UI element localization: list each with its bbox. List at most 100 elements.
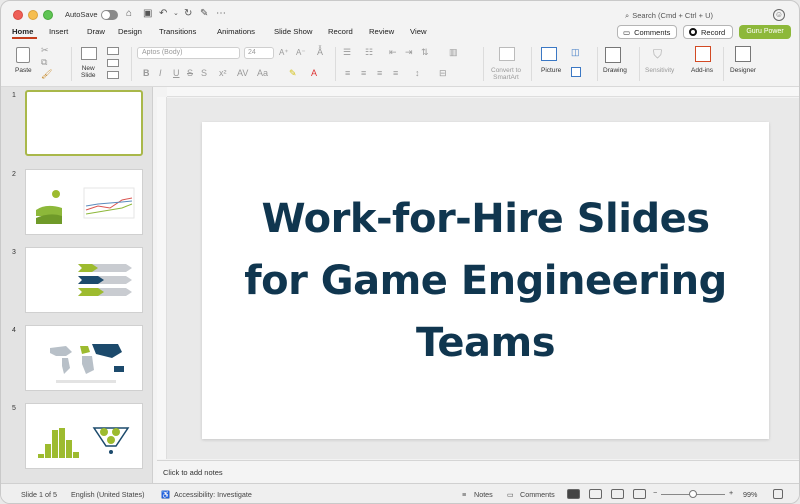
zoom-out-icon[interactable]: − [653, 488, 657, 497]
notes-pane[interactable]: Click to add notes [157, 460, 799, 483]
slide-title-line-1: Work-for-Hire Slides [261, 195, 710, 242]
search-label: Search (Cmd + Ctrl + U) [632, 11, 714, 20]
tab-home[interactable]: Home [12, 27, 33, 36]
layout-icon[interactable] [107, 47, 119, 55]
reset-icon[interactable] [107, 59, 119, 67]
tab-review[interactable]: Review [369, 27, 394, 36]
autosave-toggle[interactable] [101, 10, 118, 20]
shapes-icon[interactable]: ◫ [571, 47, 580, 58]
convert-smartart-label: Convert to SmartArt [491, 67, 521, 81]
notes-toggle[interactable]: Notes [474, 490, 493, 499]
tab-view[interactable]: View [410, 27, 427, 36]
comments-button[interactable]: ▭ Comments [617, 25, 677, 39]
slideshow-view-icon[interactable] [633, 489, 646, 499]
shadow-icon[interactable]: S [201, 68, 207, 78]
slide-thumbnail-3[interactable] [25, 247, 143, 313]
designer-icon[interactable] [735, 46, 751, 62]
section-icon[interactable] [107, 71, 119, 79]
undo-icon[interactable]: ↶ [159, 8, 167, 20]
tab-insert[interactable]: Insert [49, 27, 68, 36]
strikethrough-icon[interactable]: S [187, 68, 193, 78]
clear-format-icon[interactable]: Aͯ [317, 47, 323, 57]
justify-icon[interactable]: ≡ [393, 68, 398, 78]
language-indicator[interactable]: English (United States) [71, 490, 145, 499]
slide-thumbnail-2[interactable] [25, 169, 143, 235]
spacing-icon[interactable]: AV [237, 68, 248, 78]
change-case-icon[interactable]: Aa [257, 68, 268, 78]
undo-dropdown-icon[interactable]: ⌄ [173, 8, 179, 20]
font-size-select[interactable]: 24 [244, 47, 274, 59]
farm-landscape-thumbnail-graphic [36, 187, 135, 224]
tab-design[interactable]: Design [118, 27, 142, 36]
reading-view-icon[interactable] [611, 489, 624, 499]
align-left-icon[interactable]: ≡ [345, 68, 350, 78]
save-icon[interactable]: ▣ [143, 8, 152, 20]
zoom-level[interactable]: 99% [743, 490, 757, 499]
columns-icon[interactable]: ▥ [449, 47, 458, 58]
superscript-icon[interactable]: x² [219, 68, 227, 78]
fit-slide-icon[interactable] [773, 489, 783, 499]
font-name-select[interactable]: Aptos (Body) [137, 47, 240, 59]
align-text-icon[interactable]: ⊟ [439, 68, 447, 79]
slide-thumbnail-pane[interactable]: 1 2 3 4 5 [1, 87, 153, 483]
accessibility-status[interactable]: Accessibility: Investigate [174, 490, 252, 499]
decrease-font-icon[interactable]: A⁻ [296, 48, 306, 57]
format-brush-icon[interactable]: 🖌 [41, 69, 52, 80]
slide-sorter-icon[interactable] [589, 489, 602, 499]
copy-icon[interactable]: ⧉ [41, 57, 47, 68]
bullets-icon[interactable]: ☰ [343, 47, 351, 58]
current-slide[interactable]: Work-for-Hire Slides for Game Engineerin… [202, 122, 769, 439]
guru-power-button[interactable]: Guru Power [739, 25, 791, 39]
drawing-label: Drawing [603, 67, 627, 74]
highlight-icon[interactable]: ✎ [289, 68, 297, 79]
record-button[interactable]: Record [683, 25, 733, 39]
font-color-icon[interactable]: A [311, 68, 317, 78]
format-painter-icon[interactable]: ✎ [200, 8, 208, 20]
paste-icon[interactable] [16, 47, 30, 63]
close-window-button[interactable] [13, 10, 23, 20]
more-icon[interactable]: ⋯ [216, 8, 226, 20]
slide-thumbnail-1[interactable] [25, 90, 143, 156]
smartart-icon[interactable] [499, 47, 515, 61]
align-center-icon[interactable]: ≡ [361, 68, 366, 78]
tab-record[interactable]: Record [328, 27, 353, 36]
slide-thumbnail-5[interactable] [25, 403, 143, 469]
zoom-window-button[interactable] [43, 10, 53, 20]
search-box[interactable]: ⌕ Search (Cmd + Ctrl + U) [625, 11, 713, 21]
textbox-icon[interactable] [571, 67, 581, 77]
numbering-icon[interactable]: ☷ [365, 47, 373, 58]
record-icon [689, 28, 697, 36]
minimize-window-button[interactable] [28, 10, 38, 20]
tab-slide-show[interactable]: Slide Show [274, 27, 312, 36]
underline-icon[interactable]: U [173, 68, 180, 78]
cut-icon[interactable]: ✂ [41, 45, 49, 56]
redo-icon[interactable]: ↻ [184, 8, 192, 20]
bold-icon[interactable]: B [143, 68, 150, 78]
ribbon-separator [531, 47, 532, 81]
accessibility-icon: ♿ [161, 490, 170, 499]
drawing-icon[interactable] [605, 47, 621, 63]
histogram-funnel-thumbnail-graphic [38, 427, 130, 458]
comments-toggle[interactable]: Comments [520, 490, 555, 499]
zoom-slider-handle[interactable] [689, 490, 697, 498]
line-spacing-icon[interactable]: ↕ [415, 68, 420, 78]
increase-font-icon[interactable]: A⁺ [279, 48, 289, 57]
text-direction-icon[interactable]: ⇅ [421, 47, 429, 58]
normal-view-icon[interactable] [567, 489, 580, 499]
slide-thumbnail-4[interactable] [25, 325, 143, 391]
zoom-in-icon[interactable]: + [729, 488, 733, 497]
new-slide-icon[interactable] [81, 47, 97, 60]
slide-title[interactable]: Work-for-Hire Slides for Game Engineerin… [226, 188, 746, 374]
home-icon[interactable]: ⌂ [126, 8, 132, 20]
align-right-icon[interactable]: ≡ [377, 68, 382, 78]
tab-transitions[interactable]: Transitions [159, 27, 196, 36]
increase-indent-icon[interactable]: ⇥ [405, 47, 413, 58]
picture-icon[interactable] [541, 47, 557, 61]
addins-icon[interactable] [695, 46, 711, 62]
sensitivity-icon[interactable]: ⛉ [653, 47, 662, 62]
decrease-indent-icon[interactable]: ⇤ [389, 47, 397, 58]
feedback-icon[interactable]: ☺ [773, 9, 785, 21]
tab-draw[interactable]: Draw [87, 27, 105, 36]
tab-animations[interactable]: Animations [217, 27, 255, 36]
italic-icon[interactable]: I [159, 68, 162, 78]
